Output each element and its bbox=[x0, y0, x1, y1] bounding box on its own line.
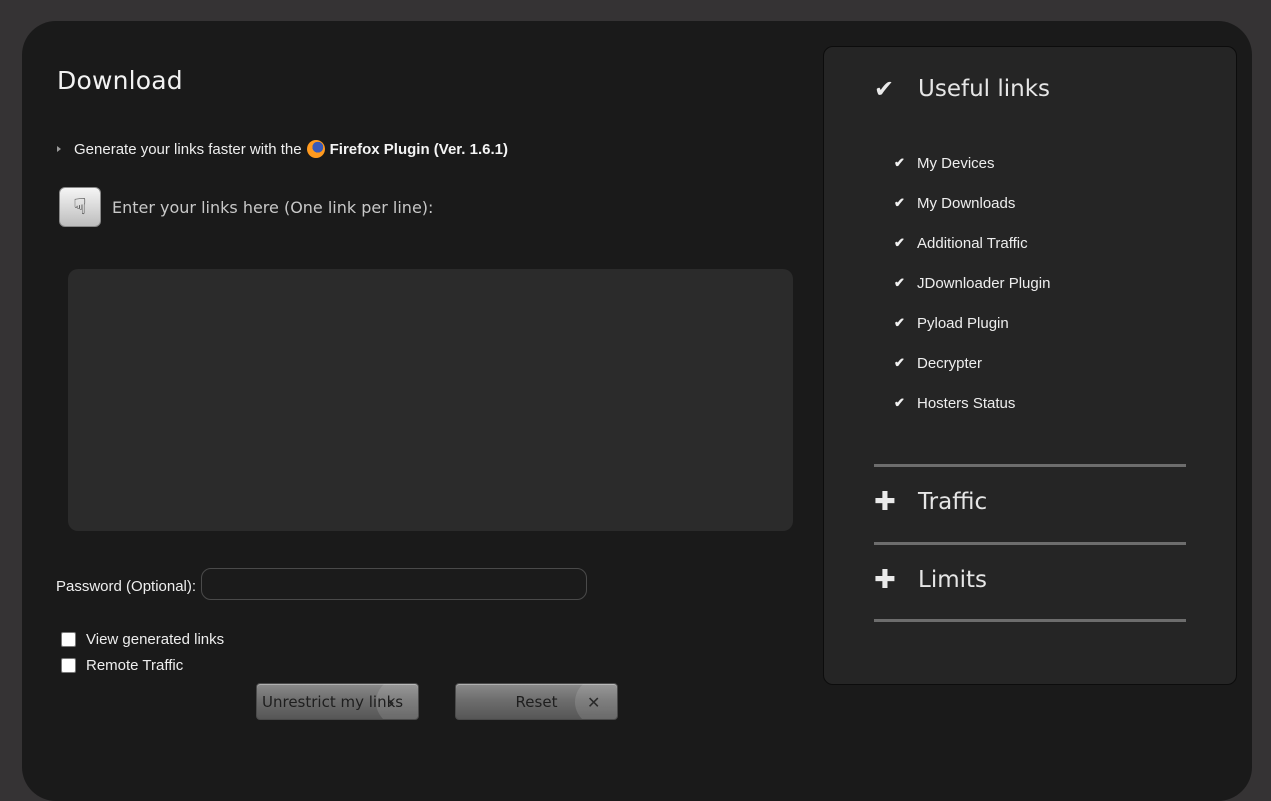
view-generated-links-checkbox[interactable] bbox=[61, 632, 76, 647]
reset-button-label: Reset bbox=[515, 692, 558, 711]
page-title: Download bbox=[57, 66, 183, 95]
sidebar-link-label: Hosters Status bbox=[917, 394, 1016, 412]
firefox-plugin-link[interactable]: Firefox Plugin (Ver. 1.6.1) bbox=[330, 141, 508, 158]
check-icon: ✔ bbox=[894, 195, 905, 210]
useful-links-header[interactable]: ✔ Useful links bbox=[874, 75, 1050, 103]
firefox-icon bbox=[306, 140, 325, 158]
password-label: Password (Optional): bbox=[56, 578, 197, 595]
unrestrict-button-label: Unrestrict my links bbox=[262, 692, 404, 711]
sidebar-link-my-devices[interactable]: ✔ My Devices bbox=[894, 143, 1050, 183]
check-icon: ✔ bbox=[874, 75, 895, 103]
plugin-text: Generate your links faster with the bbox=[74, 140, 302, 158]
traffic-title: Traffic bbox=[918, 489, 988, 515]
sidebar-link-label: Additional Traffic bbox=[917, 234, 1028, 252]
reset-button[interactable]: Reset ✕ bbox=[455, 683, 618, 720]
check-icon: ✔ bbox=[894, 315, 905, 330]
view-generated-links-label: View generated links bbox=[86, 631, 225, 648]
divider bbox=[874, 619, 1186, 622]
remote-traffic-checkbox[interactable] bbox=[61, 658, 76, 673]
sidebar-link-decrypter[interactable]: ✔ Decrypter bbox=[894, 343, 1050, 383]
sidebar-link-jdownloader-plugin[interactable]: ✔ JDownloader Plugin bbox=[894, 263, 1050, 303]
plus-icon: ✚ bbox=[874, 487, 896, 517]
links-textarea[interactable] bbox=[68, 269, 793, 531]
unrestrict-button[interactable]: Unrestrict my links › bbox=[256, 683, 419, 720]
divider bbox=[874, 542, 1186, 545]
pointing-hand-icon: ☟ bbox=[59, 187, 101, 227]
sidebar-link-my-downloads[interactable]: ✔ My Downloads bbox=[894, 183, 1050, 223]
traffic-header[interactable]: ✚ Traffic bbox=[874, 487, 987, 517]
limits-header[interactable]: ✚ Limits bbox=[874, 565, 987, 595]
check-icon: ✔ bbox=[894, 355, 905, 370]
enter-links-label: Enter your links here (One link per line… bbox=[112, 197, 434, 217]
enter-links-row: ☟ Enter your links here (One link per li… bbox=[59, 187, 433, 227]
useful-links-title: Useful links bbox=[918, 76, 1051, 102]
divider bbox=[874, 464, 1186, 467]
sidebar-link-label: Pyload Plugin bbox=[917, 314, 1009, 332]
password-input[interactable] bbox=[201, 568, 587, 600]
limits-title: Limits bbox=[918, 567, 987, 593]
check-icon: ✔ bbox=[894, 235, 905, 250]
sidebar: ✔ Useful links ✔ My Devices ✔ My Downloa… bbox=[823, 46, 1237, 685]
check-icon: ✔ bbox=[894, 275, 905, 290]
sidebar-link-label: JDownloader Plugin bbox=[917, 274, 1051, 292]
sidebar-link-label: My Devices bbox=[917, 154, 995, 172]
check-icon: ✔ bbox=[894, 155, 905, 170]
useful-links-list: ✔ My Devices ✔ My Downloads ✔ Additional… bbox=[894, 143, 1050, 423]
remote-traffic-option[interactable]: Remote Traffic bbox=[61, 657, 183, 674]
plugin-promo: Generate your links faster with the Fire… bbox=[57, 140, 508, 158]
close-icon: ✕ bbox=[575, 684, 617, 719]
arrow-right-icon bbox=[57, 146, 61, 152]
remote-traffic-label: Remote Traffic bbox=[86, 657, 184, 674]
sidebar-link-pyload-plugin[interactable]: ✔ Pyload Plugin bbox=[894, 303, 1050, 343]
sidebar-link-label: My Downloads bbox=[917, 194, 1016, 212]
sidebar-link-hosters-status[interactable]: ✔ Hosters Status bbox=[894, 383, 1050, 423]
sidebar-link-label: Decrypter bbox=[917, 354, 983, 372]
plus-icon: ✚ bbox=[874, 565, 896, 595]
view-generated-links-option[interactable]: View generated links bbox=[61, 631, 224, 648]
sidebar-link-additional-traffic[interactable]: ✔ Additional Traffic bbox=[894, 223, 1050, 263]
check-icon: ✔ bbox=[894, 395, 905, 410]
